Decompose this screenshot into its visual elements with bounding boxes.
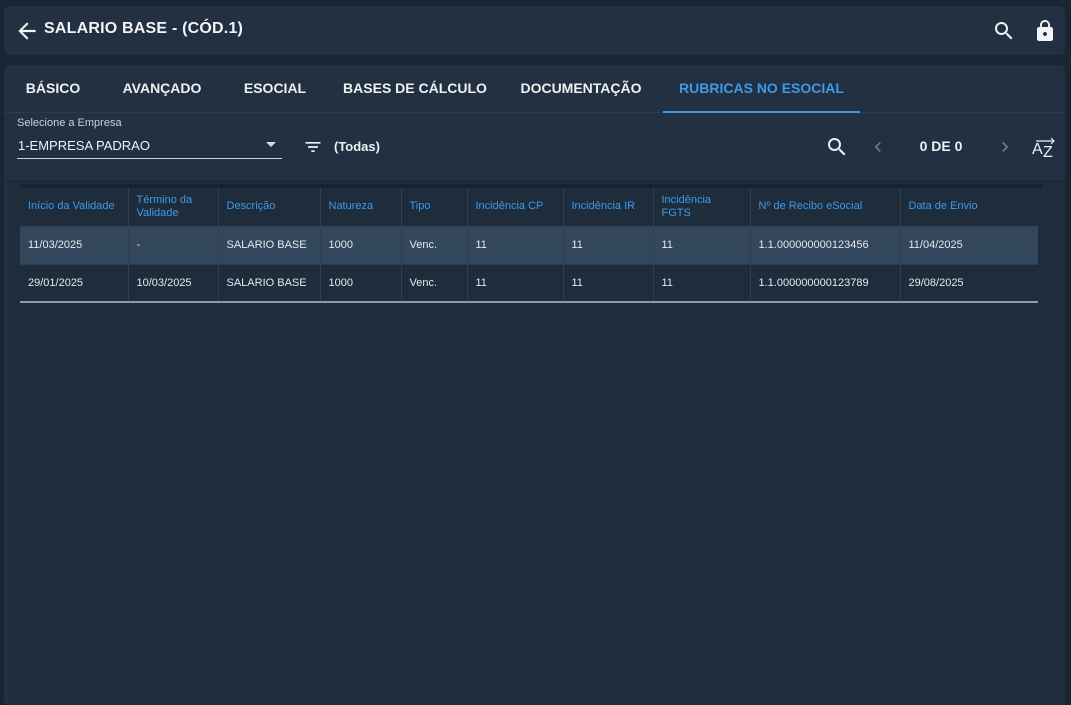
sort-az-icon[interactable]: A Z — [1032, 135, 1060, 161]
tab-basico[interactable]: BÁSICO — [16, 65, 90, 113]
chevron-left-icon[interactable] — [868, 137, 888, 157]
table-cell: 11/03/2025 — [20, 225, 129, 264]
empresa-label: Selecione a Empresa — [17, 117, 122, 129]
table-cell: 11 — [563, 263, 654, 303]
chevron-right-icon[interactable] — [995, 137, 1015, 157]
col-header-tipo[interactable]: Tipo — [401, 188, 468, 226]
page-title: SALARIO BASE - (CÓD.1) — [44, 20, 244, 37]
col-header-natureza[interactable]: Natureza — [320, 188, 402, 226]
table-cell: 11 — [467, 225, 564, 264]
table-cell: 10/03/2025 — [128, 263, 219, 303]
pager-count: 0 DE 0 — [919, 138, 963, 154]
table-cell: Venc. — [401, 263, 468, 303]
table-cell: 29/08/2025 — [900, 263, 1038, 303]
app-header: SALARIO BASE - (CÓD.1) — [4, 6, 1065, 55]
table-cell: 1.1.000000000123456 — [750, 225, 901, 264]
filter-value[interactable]: (Todas) — [334, 139, 380, 154]
empresa-select[interactable]: 1-EMPRESA PADRAO — [17, 133, 282, 159]
tab-rubricas-no-esocial[interactable]: RUBRICAS NO ESOCIAL — [663, 65, 860, 113]
table-cell: 1.1.000000000123789 — [750, 263, 901, 303]
table-cell: 11 — [653, 225, 751, 264]
tab-esocial[interactable]: ESOCIAL — [234, 65, 316, 113]
empresa-select-value: 1-EMPRESA PADRAO — [18, 138, 150, 153]
table-cell: 11/04/2025 — [900, 225, 1038, 264]
grid-area: Início da Validade Término da Validade D… — [8, 182, 1065, 705]
table-cell: 29/01/2025 — [20, 263, 129, 303]
col-header-recibo-esocial[interactable]: Nº de Recibo eSocial — [750, 188, 901, 226]
table-header-row: Início da Validade Término da Validade D… — [20, 188, 1038, 226]
col-header-data-envio[interactable]: Data de Envio — [900, 188, 1038, 226]
col-header-incidencia-cp[interactable]: Incidência CP — [467, 188, 564, 226]
table-cell: SALARIO BASE — [218, 263, 321, 303]
table-cell: Venc. — [401, 225, 468, 264]
col-header-incidencia-ir[interactable]: Incidência IR — [563, 188, 654, 226]
back-arrow-icon[interactable] — [14, 18, 40, 44]
main-panel: BÁSICO AVANÇADO ESOCIAL BASES DE CÁLCULO… — [4, 65, 1065, 705]
col-header-termino-validade[interactable]: Término da Validade — [128, 188, 219, 226]
chevron-down-icon — [266, 142, 276, 147]
table-cell: 11 — [563, 225, 654, 264]
tab-bases-de-calculo[interactable]: BASES DE CÁLCULO — [342, 65, 488, 113]
table-cell: SALARIO BASE — [218, 225, 321, 264]
col-header-incidencia-fgts[interactable]: Incidência FGTS — [653, 188, 751, 226]
grid-search-icon[interactable] — [825, 135, 849, 159]
table-row[interactable]: 29/01/2025 10/03/2025 SALARIO BASE 1000 … — [20, 263, 1038, 303]
rubricas-table: Início da Validade Término da Validade D… — [20, 188, 1038, 303]
filter-icon[interactable] — [302, 137, 324, 157]
svg-text:A: A — [1032, 141, 1043, 158]
col-header-inicio-validade[interactable]: Início da Validade — [20, 188, 129, 226]
svg-text:Z: Z — [1043, 144, 1053, 161]
table-cell: 11 — [467, 263, 564, 303]
col-header-descricao[interactable]: Descrição — [218, 188, 321, 226]
tab-bar: BÁSICO AVANÇADO ESOCIAL BASES DE CÁLCULO… — [4, 65, 1065, 113]
tab-documentacao[interactable]: DOCUMENTAÇÃO — [518, 65, 644, 113]
table-row[interactable]: 11/03/2025 - SALARIO BASE 1000 Venc. 11 … — [20, 225, 1038, 264]
table-cell: 1000 — [320, 263, 402, 303]
lock-icon[interactable] — [1033, 18, 1057, 44]
table-cell: 1000 — [320, 225, 402, 264]
tab-avancado[interactable]: AVANÇADO — [116, 65, 208, 113]
table-cell: - — [128, 225, 219, 264]
table-cell: 11 — [653, 263, 751, 303]
search-icon[interactable] — [992, 19, 1016, 43]
